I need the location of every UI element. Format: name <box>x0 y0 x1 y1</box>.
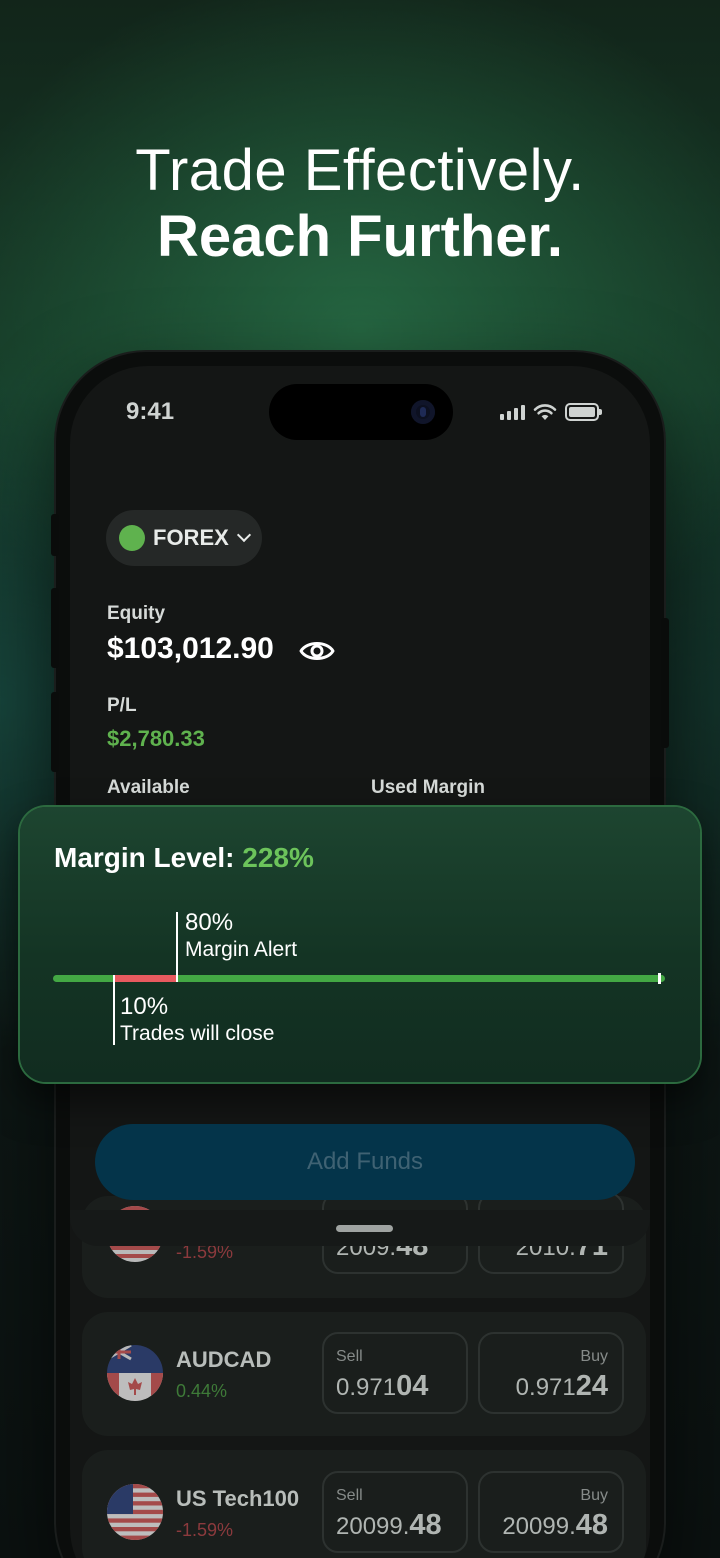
buy-label: Buy <box>580 1487 608 1504</box>
pl-label: P/L <box>107 695 137 716</box>
margin-alert-label: Margin Alert <box>185 938 298 961</box>
headline-line-2: Reach Further. <box>156 204 564 269</box>
buy-price: 20099.48 <box>502 1509 608 1541</box>
sell-quote-button[interactable]: Sell 0.97104 <box>322 1332 468 1414</box>
margin-alert-marker <box>176 912 178 982</box>
account-type-label: FOREX <box>153 525 229 550</box>
headline-line-1: Trade Effectively. <box>135 138 585 203</box>
margin-level-percent: 228% <box>242 842 314 873</box>
status-time: 9:41 <box>126 398 175 425</box>
chevron-down-icon <box>236 527 251 543</box>
phone-volume-up <box>51 588 59 668</box>
sheet-drag-handle[interactable] <box>336 1225 393 1232</box>
buy-quote-button[interactable]: Buy 20099.48 <box>478 1471 624 1553</box>
account-selector[interactable]: FOREX <box>106 510 262 566</box>
margin-level-label: Margin Level: <box>54 842 235 873</box>
dynamic-island <box>269 384 453 440</box>
market-change: 0.44% <box>176 1381 228 1401</box>
phone-volume-down <box>51 692 59 772</box>
equity-label: Equity <box>107 603 166 624</box>
signal-icon <box>500 404 525 420</box>
camera-icon <box>411 400 435 424</box>
headline: Trade Effectively. Reach Further. <box>0 138 720 270</box>
buy-quote-button[interactable]: Buy 0.97124 <box>478 1332 624 1414</box>
aud-cad-flag-icon <box>107 1345 163 1401</box>
status-icons <box>500 402 602 422</box>
market-change: -1.59% <box>176 1520 234 1540</box>
phone-mute-switch <box>51 514 59 556</box>
account-status-dot <box>119 525 145 551</box>
available-label: Available <box>107 777 190 798</box>
sell-label: Sell <box>336 1348 363 1365</box>
market-symbol: US Tech100 <box>176 1486 300 1511</box>
sell-price: 20099.48 <box>336 1509 442 1541</box>
trades-close-value: 10% <box>120 993 169 1020</box>
margin-alert-value: 80% <box>185 909 234 936</box>
buy-label: Buy <box>580 1348 608 1365</box>
add-funds-button[interactable]: Add Funds <box>95 1124 635 1200</box>
market-symbol: AUDCAD <box>176 1347 272 1372</box>
trades-close-label: Trades will close <box>120 1022 275 1045</box>
phone-power-button <box>661 618 669 748</box>
battery-icon <box>565 403 602 421</box>
sell-price: 0.97104 <box>336 1370 429 1402</box>
wifi-icon <box>533 404 557 420</box>
trades-close-marker <box>113 975 115 1045</box>
sell-quote-button[interactable]: Sell 20099.48 <box>322 1471 468 1553</box>
sell-label: Sell <box>336 1487 363 1504</box>
margin-level-indicator <box>658 973 661 984</box>
used-margin-label: Used Margin <box>371 777 486 798</box>
margin-danger-zone <box>114 975 176 982</box>
pl-value: $2,780.33 <box>107 726 205 751</box>
us-flag-icon <box>107 1484 163 1540</box>
equity-value: $103,012.90 <box>107 632 274 665</box>
eye-icon[interactable] <box>299 637 335 665</box>
margin-level-title: Margin Level: 228% <box>54 842 314 874</box>
buy-price: 0.97124 <box>515 1370 608 1402</box>
